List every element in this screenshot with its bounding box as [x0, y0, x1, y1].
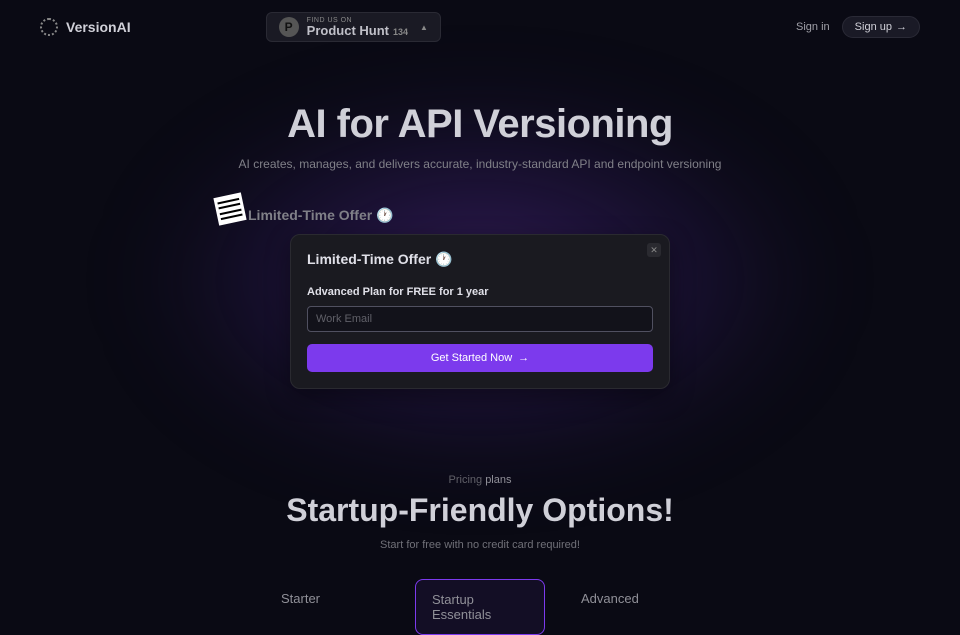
offer-heading: Limited-Time Offer 🕐 [248, 207, 720, 224]
pricing-eyebrow: Pricing plans [0, 474, 960, 486]
logo-icon [40, 18, 58, 36]
pricing-title: Startup-Friendly Options! [0, 492, 960, 529]
offer-modal: ✕ Limited-Time Offer 🕐 Advanced Plan for… [290, 234, 670, 389]
arrow-right-icon: → [896, 21, 907, 33]
product-hunt-icon: P [279, 17, 299, 37]
hero-section: AI for API Versioning AI creates, manage… [0, 102, 960, 171]
document-icon [213, 192, 246, 225]
brand-logo[interactable]: VersionAI [40, 18, 131, 36]
product-hunt-badge[interactable]: P FIND US ON Product Hunt134 ▲ [266, 12, 441, 42]
hero-subtitle: AI creates, manages, and delivers accura… [0, 157, 960, 171]
hero-title: AI for API Versioning [0, 102, 960, 147]
email-input[interactable] [307, 306, 653, 332]
brand-name: VersionAI [66, 19, 131, 35]
pricing-subtitle: Start for free with no credit card requi… [0, 539, 960, 551]
header: VersionAI P FIND US ON Product Hunt134 ▲… [0, 0, 960, 54]
modal-subtitle: Advanced Plan for FREE for 1 year [307, 286, 653, 298]
plan-startup-essentials[interactable]: Startup Essentials [415, 579, 545, 635]
get-started-button[interactable]: Get Started Now→ [307, 344, 653, 372]
arrow-right-icon: → [518, 352, 529, 364]
signin-link[interactable]: Sign in [796, 21, 830, 33]
ph-name: Product Hunt134 [307, 24, 408, 37]
plan-advanced[interactable]: Advanced [565, 579, 695, 635]
modal-title: Limited-Time Offer 🕐 [307, 251, 653, 268]
chevron-up-icon: ▲ [420, 23, 428, 32]
plan-starter[interactable]: Starter [265, 579, 395, 635]
close-icon[interactable]: ✕ [647, 243, 661, 257]
signup-button[interactable]: Sign up→ [842, 16, 920, 38]
pricing-section: Pricing plans Startup-Friendly Options! … [0, 474, 960, 635]
